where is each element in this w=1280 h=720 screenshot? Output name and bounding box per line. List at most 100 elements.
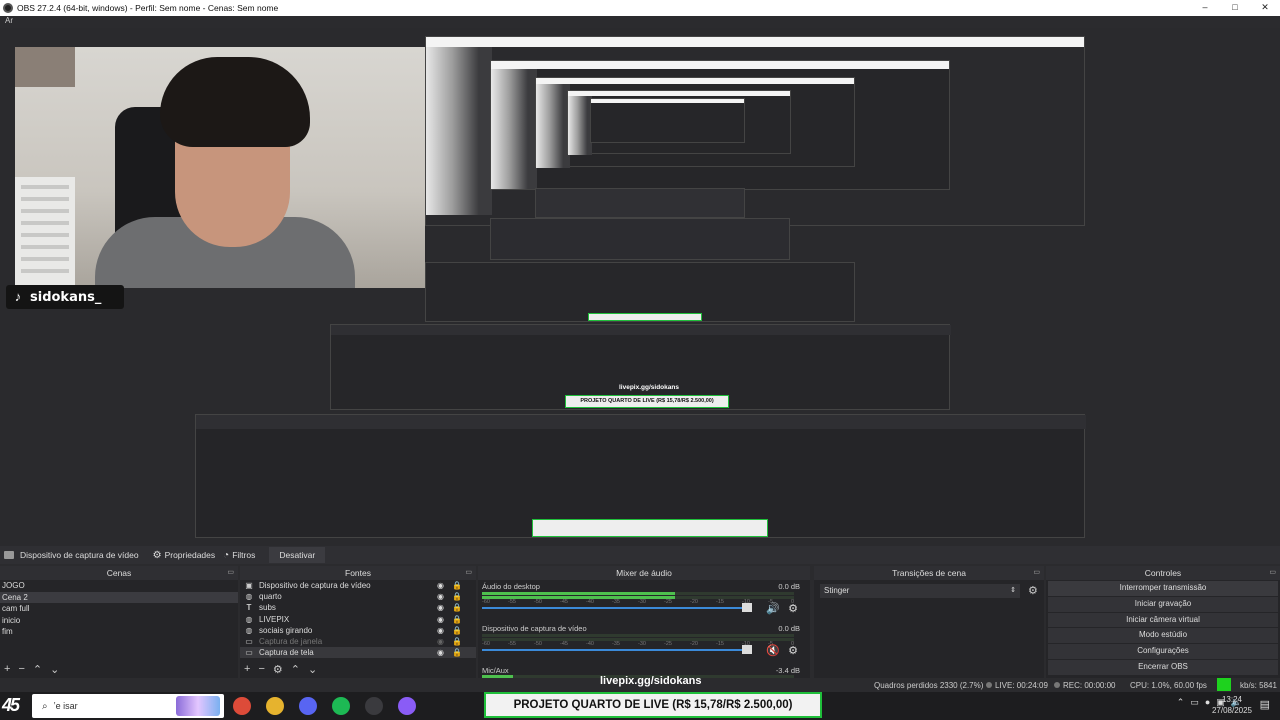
speaker-muted-icon[interactable]: 🔇 — [766, 644, 780, 657]
undock-icon[interactable]: ▭ — [465, 566, 472, 580]
meter-tick-label: -60 — [482, 599, 490, 605]
source-item[interactable]: ◍ LIVEPIX ◉ 🔒 — [240, 614, 476, 625]
visibility-eye-icon[interactable]: ◉ — [437, 648, 444, 657]
source-label: subs — [259, 603, 276, 613]
meter-tick-label: -15 — [716, 599, 724, 605]
scene-item[interactable]: fim — [0, 626, 238, 638]
lock-icon[interactable]: 🔒 — [452, 592, 462, 601]
lock-icon[interactable]: 🔒 — [452, 603, 462, 612]
gear-icon[interactable]: ⚙ — [1028, 584, 1038, 597]
obs-icon[interactable] — [365, 697, 383, 715]
tiktok-icon: ♪ — [14, 289, 22, 304]
move-up-icon[interactable]: ⌃ — [291, 663, 300, 676]
scene-item[interactable]: cam full — [0, 603, 238, 615]
spotify-icon[interactable] — [332, 697, 350, 715]
scene-item[interactable]: JOGO — [0, 580, 238, 592]
add-icon[interactable]: + — [244, 663, 250, 676]
scene-item[interactable]: Cena 2 — [0, 591, 238, 603]
gear-icon[interactable]: ⚙ — [273, 663, 283, 676]
lock-icon[interactable]: 🔒 — [452, 615, 462, 624]
live-time: LIVE: 00:24:09 — [986, 681, 1048, 690]
webcam-feed — [15, 47, 425, 288]
exit-button[interactable]: Encerrar OBS — [1048, 659, 1278, 675]
meter-tick-label: -55 — [508, 599, 516, 605]
start-recording-button[interactable]: Iniciar gravação — [1048, 596, 1278, 612]
track-name: Dispositivo de captura de vídeo — [482, 624, 587, 633]
folder-icon[interactable] — [266, 697, 284, 715]
twitch-icon[interactable] — [398, 697, 416, 715]
chevron-up-icon[interactable]: ⌃ — [1177, 697, 1185, 708]
sources-header: Fontes ▭ — [240, 566, 476, 580]
source-item[interactable]: ▭ Captura de janela ◉ 🔒 — [240, 636, 476, 647]
taskbar-clock[interactable]: 13:24 27/08/2025 — [1212, 694, 1252, 716]
visibility-eye-icon[interactable]: ◉ — [437, 626, 444, 635]
meter-tick-label: -35 — [612, 599, 620, 605]
transition-select[interactable]: Stinger ⇕ — [820, 584, 1020, 598]
source-item[interactable]: T subs ◉ 🔒 — [240, 602, 476, 613]
mic-icon[interactable]: ● — [1205, 697, 1210, 708]
volume-knob[interactable] — [742, 645, 752, 654]
remove-icon[interactable]: − — [18, 663, 24, 676]
undock-icon[interactable]: ▭ — [227, 566, 234, 580]
move-down-icon[interactable]: ⌄ — [50, 663, 59, 676]
lock-icon[interactable]: 🔒 — [452, 637, 462, 646]
title-bar: OBS 27.2.4 (64-bit, windows) - Perfil: S… — [0, 0, 1280, 16]
start-virtual-camera-button[interactable]: Iniciar câmera virtual — [1048, 612, 1278, 628]
source-label: Dispositivo de captura de vídeo — [259, 581, 371, 591]
gear-icon[interactable]: ⚙ — [788, 602, 798, 615]
lock-icon[interactable]: 🔒 — [452, 648, 462, 657]
close-button[interactable]: ✕ — [1250, 0, 1280, 16]
visibility-eye-icon[interactable]: ◉ — [437, 581, 444, 590]
chrome-icon[interactable] — [233, 697, 251, 715]
settings-button[interactable]: Configurações — [1048, 644, 1278, 659]
visibility-eye-icon[interactable]: ◉ — [437, 637, 444, 646]
visibility-eye-icon[interactable]: ◉ — [437, 592, 444, 601]
visibility-eye-icon[interactable]: ◉ — [437, 615, 444, 624]
lock-icon[interactable]: 🔒 — [452, 581, 462, 590]
source-item[interactable]: ▣ Dispositivo de captura de vídeo ◉ 🔒 — [240, 580, 476, 591]
preview-canvas[interactable]: PROJETO QUARTO DE LIVE (R$ 15,78/R$ 2.50… — [0, 28, 1280, 546]
menu-item-file[interactable]: Ar — [5, 16, 13, 25]
move-up-icon[interactable]: ⌃ — [33, 663, 42, 676]
add-icon[interactable]: + — [4, 663, 10, 676]
selected-source-label: Dispositivo de captura de vídeo — [20, 550, 139, 560]
obs-app-icon — [3, 3, 13, 13]
battery-icon[interactable]: ▭ — [1190, 697, 1199, 708]
undock-icon[interactable]: ▭ — [1033, 566, 1040, 580]
notification-icon[interactable]: ▤ — [1260, 698, 1270, 711]
stop-streaming-button[interactable]: Interromper transmissão — [1048, 581, 1278, 596]
globe-icon: ◍ — [245, 614, 253, 624]
filters-button[interactable]: ◔ Filtros — [223, 550, 255, 561]
source-context-bar: Dispositivo de captura de vídeo ⚙ Propri… — [0, 546, 1280, 564]
gear-icon[interactable]: ⚙ — [788, 644, 798, 657]
volume-slider[interactable] — [482, 645, 752, 654]
sources-list: ▣ Dispositivo de captura de vídeo ◉ 🔒 ◍ … — [240, 580, 476, 659]
deactivate-button[interactable]: Desativar — [269, 547, 326, 563]
chevron-updown-icon: ⇕ — [1010, 587, 1016, 594]
volume-knob[interactable] — [742, 603, 752, 612]
taskbar-search[interactable]: ⌕ ʽе іsar — [32, 694, 224, 718]
move-down-icon[interactable]: ⌄ — [308, 663, 317, 676]
scene-item[interactable]: inicio — [0, 615, 238, 627]
remove-icon[interactable]: − — [258, 663, 264, 676]
taskbar-logo[interactable]: 45 — [2, 695, 20, 716]
window-controls: – □ ✕ — [1190, 0, 1280, 16]
scenes-panel: Cenas ▭ JOGO Cena 2 cam full inicio fim … — [0, 566, 238, 678]
properties-button[interactable]: ⚙ Propriedades — [153, 550, 216, 561]
source-item[interactable]: ◍ quarto ◉ 🔒 — [240, 591, 476, 602]
meter-tick-label: -30 — [638, 641, 646, 647]
visibility-eye-icon[interactable]: ◉ — [437, 603, 444, 612]
nested-preview-frame — [425, 262, 855, 322]
clock-time: 13:24 — [1221, 695, 1242, 704]
discord-icon[interactable] — [299, 697, 317, 715]
lock-icon[interactable]: 🔒 — [452, 626, 462, 635]
properties-label: Propriedades — [164, 550, 216, 560]
source-item[interactable]: ▭ Captura de tela ◉ 🔒 — [240, 647, 476, 659]
maximize-button[interactable]: □ — [1220, 0, 1250, 16]
volume-slider[interactable] — [482, 603, 752, 612]
studio-mode-button[interactable]: Modo estúdio — [1048, 628, 1278, 644]
source-item[interactable]: ◍ sociais girando ◉ 🔒 — [240, 625, 476, 636]
minimize-button[interactable]: – — [1190, 0, 1220, 16]
speaker-icon[interactable]: 🔊 — [766, 602, 780, 615]
undock-icon[interactable]: ▭ — [1269, 566, 1276, 580]
